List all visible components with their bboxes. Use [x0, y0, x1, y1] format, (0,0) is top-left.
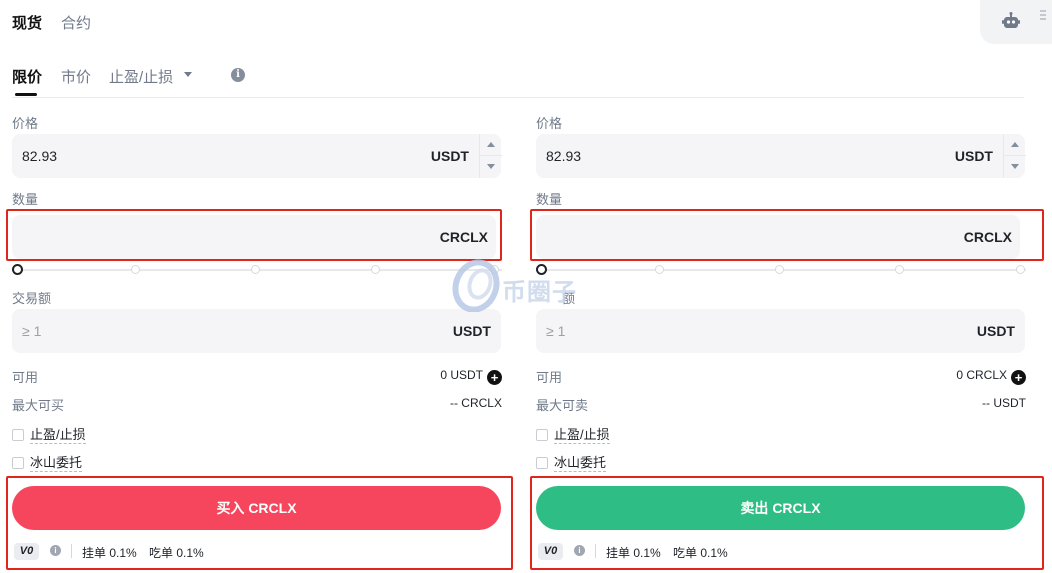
fee-level-badge[interactable]: V0 [14, 543, 39, 560]
iceberg-checkbox-label[interactable]: 冰山委托 [30, 455, 83, 472]
quantity-label: 数量 [12, 192, 39, 207]
slider-step-50[interactable] [251, 265, 260, 274]
iceberg-checkbox-label[interactable]: 冰山委托 [554, 455, 607, 472]
buy-quantity-highlight: CRCLX [6, 209, 502, 261]
slider-handle[interactable] [12, 264, 23, 275]
slider-step-25[interactable] [131, 265, 140, 274]
buy-button[interactable]: 买入 CRCLX [12, 486, 501, 530]
max-sell-label: 最大可卖 [536, 398, 589, 413]
decrement-icon[interactable] [1004, 156, 1026, 178]
price-value: 82.93 [22, 148, 58, 164]
available-value: 0 USDT + [440, 368, 502, 385]
tpsl-checkbox-label[interactable]: 止盈/止损 [554, 427, 610, 444]
price-unit: USDT [430, 148, 469, 164]
slider-step-25[interactable] [655, 265, 664, 274]
taker-fee: 吃单 0.1% [673, 546, 728, 560]
divider [595, 544, 596, 558]
sell-price-input[interactable]: 82.93 USDT [536, 134, 1026, 178]
taker-fee: 吃单 0.1% [149, 546, 204, 560]
info-icon[interactable]: i [574, 545, 585, 556]
price-unit: USDT [954, 148, 993, 164]
max-sell-value: -- USDT [982, 396, 1026, 410]
decrement-icon[interactable] [480, 156, 502, 178]
amount-unit: USDT [976, 323, 1015, 339]
iceberg-checkbox[interactable] [536, 457, 548, 469]
price-stepper [1003, 134, 1026, 178]
price-stepper [479, 134, 502, 178]
price-label: 价格 [536, 116, 563, 131]
slider-step-75[interactable] [371, 265, 380, 274]
sell-button[interactable]: 卖出 CRCLX [536, 486, 1025, 530]
available-label: 可用 [12, 370, 39, 385]
buy-amount-input[interactable]: ≥ 1 USDT [12, 309, 501, 353]
tpsl-checkbox-label[interactable]: 止盈/止损 [30, 427, 86, 444]
info-icon[interactable]: i [50, 545, 61, 556]
available-value: 0 CRCLX + [956, 368, 1026, 385]
fee-level-badge[interactable]: V0 [538, 543, 563, 560]
sell-panel: 价格 82.93 USDT 数量 CRCLX 额 ≥ 1 USDT 可用 0 C… [530, 0, 1044, 573]
buy-panel: 价格 82.93 USDT 数量 CRCLX 交易额 ≥ 1 USDT 可用 0… [6, 0, 513, 573]
amount-placeholder: ≥ 1 [22, 323, 42, 339]
plus-circle-icon[interactable]: + [487, 370, 502, 385]
slider-step-75[interactable] [895, 265, 904, 274]
amount-placeholder: ≥ 1 [546, 323, 566, 339]
increment-icon[interactable] [1004, 134, 1026, 156]
quantity-unit: CRCLX [439, 229, 488, 245]
tpsl-checkbox[interactable] [12, 429, 24, 441]
available-label: 可用 [536, 370, 563, 385]
buy-price-input[interactable]: 82.93 USDT [12, 134, 502, 178]
menu-handle-icon[interactable] [1040, 10, 1046, 20]
sell-amount-input[interactable]: ≥ 1 USDT [536, 309, 1025, 353]
quantity-unit: CRCLX [963, 229, 1012, 245]
sell-quantity-highlight: CRCLX [530, 209, 1044, 261]
available-amount: 0 CRCLX [956, 368, 1007, 382]
amount-unit: USDT [452, 323, 491, 339]
maker-fee: 挂单 0.1% [606, 546, 661, 560]
buy-quantity-input[interactable]: CRCLX [12, 215, 496, 259]
slider-step-50[interactable] [775, 265, 784, 274]
max-buy-label: 最大可买 [12, 398, 65, 413]
watermark-text: 币圈子 [502, 279, 577, 306]
watermark-logo-icon [452, 259, 500, 313]
increment-icon[interactable] [480, 134, 502, 156]
plus-circle-icon[interactable]: + [1011, 370, 1026, 385]
max-buy-value: -- CRCLX [449, 396, 502, 410]
amount-label: 交易额 [12, 291, 52, 306]
price-value: 82.93 [546, 148, 582, 164]
divider [71, 544, 72, 558]
tpsl-checkbox[interactable] [536, 429, 548, 441]
maker-fee: 挂单 0.1% [82, 546, 137, 560]
sell-quantity-input[interactable]: CRCLX [536, 215, 1020, 259]
price-label: 价格 [12, 116, 39, 131]
slider-step-100[interactable] [1016, 265, 1025, 274]
watermark: 币圈子 [450, 258, 602, 313]
available-amount: 0 USDT [440, 368, 483, 382]
iceberg-checkbox[interactable] [12, 457, 24, 469]
quantity-label: 数量 [536, 192, 563, 207]
